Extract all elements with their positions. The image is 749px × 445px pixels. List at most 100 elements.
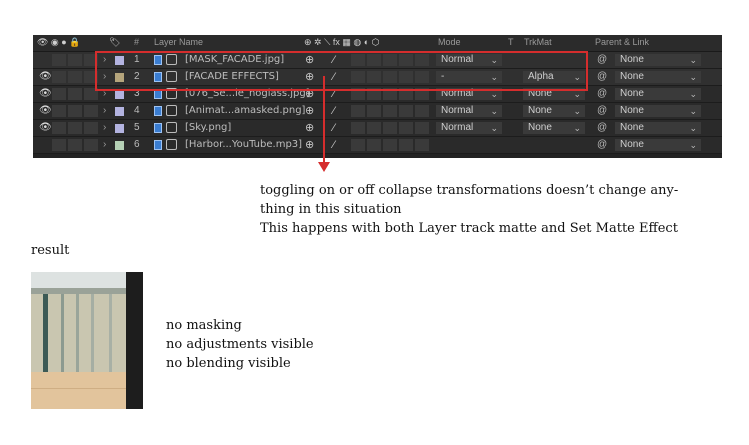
column-switches-header[interactable]: ⊕ ✲ ⟍ fx ▦ ◍ ◐ ⬡ (304, 37, 380, 48)
chevron-down-icon: ⌄ (689, 140, 697, 150)
effect-switch[interactable] (351, 122, 365, 134)
motion-blur-switch[interactable] (383, 122, 397, 134)
adjustment-switch[interactable] (399, 122, 413, 134)
frame-blend-switch[interactable] (367, 139, 381, 151)
layer-name[interactable]: [Sky.png] (185, 122, 231, 134)
track-matte-select[interactable]: None ⌄ (523, 122, 585, 134)
chevron-down-icon: ⌄ (573, 123, 581, 133)
visibility-eye-icon[interactable]: 👁 (39, 106, 52, 116)
parent-value: None (620, 71, 644, 82)
expand-chevron-icon[interactable]: › (103, 123, 106, 133)
timeline-header: 👁 ◉ ● 🔒 🏷 # Layer Name ⊕ ✲ ⟍ fx ▦ ◍ ◐ ⬡ … (33, 35, 722, 52)
track-matte-select[interactable]: None ⌄ (523, 105, 585, 117)
solo-switch[interactable] (68, 122, 82, 134)
layer-row[interactable]: 👁 › 5 [Sky.png] ⊕ ⁄ Normal ⌄ None ⌄ @ None ⌄ (33, 120, 722, 137)
visibility-eye-icon[interactable]: 👁 (39, 123, 52, 133)
lock-switch[interactable] (84, 105, 98, 117)
solo-switch[interactable] (68, 105, 82, 117)
label-color-swatch[interactable] (115, 141, 124, 150)
chevron-down-icon: ⌄ (573, 106, 581, 116)
motion-blur-switch[interactable] (383, 105, 397, 117)
quality-switch-icon[interactable]: ⁄ (333, 139, 335, 151)
layer-row[interactable]: 👁 › 4 [Animat...amasked.png] ⊕ ⁄ Normal ⌄ None ⌄ @… (33, 103, 722, 120)
solo-switch[interactable] (68, 71, 82, 83)
shy-switch-icon[interactable]: ⊕ (305, 105, 314, 117)
motion-blur-switch[interactable] (383, 139, 397, 151)
solo-switch[interactable] (68, 54, 82, 66)
layer-mode-icon (166, 139, 177, 150)
label-color-swatch[interactable] (115, 90, 124, 99)
audio-switch[interactable] (52, 54, 66, 66)
parent-select[interactable]: None ⌄ (615, 105, 701, 117)
label-color-swatch[interactable] (115, 107, 124, 116)
result-note-2: no adjustments visible (166, 337, 314, 352)
layer-row[interactable]: › 6 [Harbor...YouTube.mp3] ⊕ ⁄ @ None ⌄ (33, 137, 722, 154)
pickwhip-icon[interactable]: @ (597, 88, 607, 100)
audio-switch[interactable] (52, 105, 66, 117)
visibility-eye-icon[interactable]: 👁 (39, 72, 52, 82)
pickwhip-icon[interactable]: @ (597, 71, 607, 83)
layer-type-icon (154, 140, 162, 150)
track-matte-value: None (528, 105, 552, 116)
parent-select[interactable]: None ⌄ (615, 88, 701, 100)
parent-select[interactable]: None ⌄ (615, 122, 701, 134)
visibility-eye-icon[interactable]: 👁 (39, 89, 52, 99)
parent-select[interactable]: None ⌄ (615, 54, 701, 66)
result-note-3: no blending visible (166, 356, 291, 371)
column-mode-header[interactable]: Mode (438, 37, 461, 47)
quality-switch-icon[interactable]: ⁄ (333, 122, 335, 134)
layer-name[interactable]: [Harbor...YouTube.mp3] (185, 139, 302, 151)
expand-chevron-icon[interactable]: › (103, 106, 106, 116)
blend-mode-select[interactable]: Normal ⌄ (436, 105, 502, 117)
pickwhip-icon[interactable]: @ (597, 122, 607, 134)
effect-switch[interactable] (351, 105, 365, 117)
label-color-swatch[interactable] (115, 124, 124, 133)
chevron-down-icon: ⌄ (689, 123, 697, 133)
audio-switch[interactable] (52, 88, 66, 100)
callout-arrow-line (323, 76, 325, 164)
solo-switch[interactable] (68, 88, 82, 100)
audio-switch[interactable] (52, 139, 66, 151)
shy-switch-icon[interactable]: ⊕ (305, 139, 314, 151)
parent-value: None (620, 54, 644, 65)
layer-name[interactable]: [Animat...amasked.png] (185, 105, 305, 117)
pickwhip-icon[interactable]: @ (597, 54, 607, 66)
layer-number: 4 (134, 105, 140, 116)
highlight-box (95, 51, 588, 91)
adjustment-switch[interactable] (399, 139, 413, 151)
column-parent-header[interactable]: Parent & Link (595, 37, 649, 47)
lock-switch[interactable] (84, 139, 98, 151)
track-matte-value: None (528, 122, 552, 133)
chevron-down-icon: ⌄ (689, 106, 697, 116)
av-switch-icons[interactable]: 👁 ◉ ● 🔒 (37, 37, 80, 48)
label-tag-icon[interactable]: 🏷 (109, 37, 120, 48)
shy-switch-icon[interactable]: ⊕ (305, 122, 314, 134)
frame-blend-switch[interactable] (367, 105, 381, 117)
frame-blend-switch[interactable] (367, 122, 381, 134)
solo-switch[interactable] (68, 139, 82, 151)
audio-switch[interactable] (52, 122, 66, 134)
chevron-down-icon: ⌄ (689, 89, 697, 99)
expand-chevron-icon[interactable]: › (103, 140, 106, 150)
column-layer-name-header[interactable]: Layer Name (154, 37, 203, 47)
column-t-header: T (508, 37, 514, 47)
result-preview-graphic (31, 272, 143, 409)
audio-switch[interactable] (52, 71, 66, 83)
pickwhip-icon[interactable]: @ (597, 105, 607, 117)
3d-switch[interactable] (415, 105, 429, 117)
chevron-down-icon: ⌄ (689, 72, 697, 82)
effect-switch[interactable] (351, 139, 365, 151)
result-notes: no masking no adjustments visible no ble… (166, 316, 314, 373)
lock-switch[interactable] (84, 122, 98, 134)
parent-value: None (620, 105, 644, 116)
pickwhip-icon[interactable]: @ (597, 139, 607, 151)
3d-switch[interactable] (415, 139, 429, 151)
parent-value: None (620, 122, 644, 133)
adjustment-switch[interactable] (399, 105, 413, 117)
blend-mode-select[interactable]: Normal ⌄ (436, 122, 502, 134)
quality-switch-icon[interactable]: ⁄ (333, 105, 335, 117)
parent-select[interactable]: None ⌄ (615, 71, 701, 83)
3d-switch[interactable] (415, 122, 429, 134)
parent-select[interactable]: None ⌄ (615, 139, 701, 151)
column-trkmat-header[interactable]: TrkMat (524, 37, 552, 47)
